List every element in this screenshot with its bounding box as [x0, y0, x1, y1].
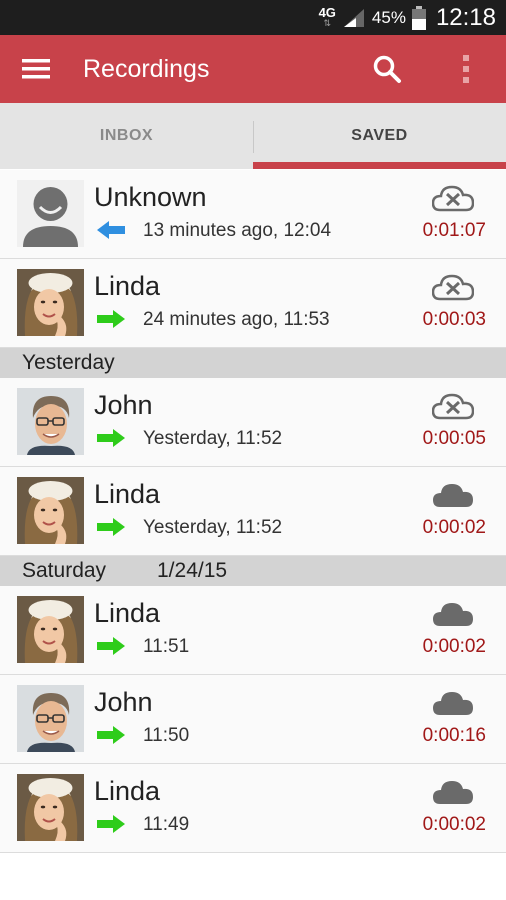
recordings-list: Unknown 13 minutes ago, 12:04 0:01:07 Linda…: [0, 170, 506, 853]
cloud-synced-icon[interactable]: [432, 689, 474, 717]
section-label: Yesterday: [22, 351, 115, 374]
recording-time: Yesterday, 11:52: [143, 428, 283, 449]
recording-duration: 0:00:05: [422, 428, 486, 449]
recording-time: Yesterday, 11:52: [143, 517, 283, 538]
contact-name: Linda: [94, 479, 161, 509]
recording-row[interactable]: Linda 11:49 0:00:02: [0, 764, 506, 853]
outgoing-call-arrow-icon: [97, 310, 125, 328]
outgoing-call-arrow-icon: [97, 726, 125, 744]
recording-time: 11:49: [143, 814, 190, 835]
battery-icon: [411, 5, 426, 30]
clock: 12:18: [435, 3, 496, 31]
tab-inbox[interactable]: INBOX: [0, 103, 253, 169]
recording-duration: 0:00:03: [422, 309, 486, 330]
status-bar: 4G ⇅ 45% 12:18: [0, 0, 506, 35]
cloud-not-synced-icon[interactable]: [432, 184, 474, 212]
more-options-icon[interactable]: [458, 53, 474, 85]
recording-duration: 0:00:02: [422, 636, 486, 657]
recording-time: 13 minutes ago, 12:04: [143, 220, 332, 241]
battery-percent: 45%: [371, 7, 406, 27]
search-icon[interactable]: [372, 54, 402, 84]
cloud-synced-icon[interactable]: [432, 778, 474, 806]
section-header: Yesterday: [0, 348, 506, 378]
cloud-synced-icon[interactable]: [432, 600, 474, 628]
contact-name: Linda: [94, 271, 161, 301]
menu-icon[interactable]: [22, 59, 50, 79]
cloud-synced-icon[interactable]: [432, 481, 474, 509]
contact-avatar: [17, 477, 84, 544]
contact-name: John: [94, 687, 153, 717]
tab-bar: INBOX SAVED: [0, 103, 506, 169]
tab-active-indicator: [253, 162, 506, 169]
section-header: Saturday 1/24/15: [0, 556, 506, 586]
recording-duration: 0:00:02: [422, 517, 486, 538]
default-avatar-icon: [17, 180, 84, 247]
recording-row[interactable]: Linda 11:51 0:00:02: [0, 586, 506, 675]
outgoing-call-arrow-icon: [97, 429, 125, 447]
recording-duration: 0:00:16: [422, 725, 486, 746]
contact-avatar: [17, 269, 84, 336]
outgoing-call-arrow-icon: [97, 518, 125, 536]
recording-row[interactable]: John 11:50 0:00:16: [0, 675, 506, 764]
signal-icon: [343, 8, 364, 27]
recording-row[interactable]: John Yesterday, 11:52 0:00:05: [0, 378, 506, 467]
recording-time: 11:51: [143, 636, 190, 657]
incoming-call-arrow-icon: [97, 221, 125, 239]
app-bar: Recordings: [0, 35, 506, 103]
cloud-not-synced-icon[interactable]: [432, 392, 474, 420]
outgoing-call-arrow-icon: [97, 815, 125, 833]
outgoing-call-arrow-icon: [97, 637, 125, 655]
contact-avatar: [17, 388, 84, 455]
section-date: 1/24/15: [157, 559, 228, 582]
contact-name: Linda: [94, 598, 161, 628]
network-indicator: 4G ⇅: [319, 6, 336, 29]
app-title: Recordings: [83, 55, 210, 83]
contact-name: Linda: [94, 776, 161, 806]
recording-row[interactable]: Linda Yesterday, 11:52 0:00:02: [0, 467, 506, 556]
recording-duration: 0:00:02: [422, 814, 486, 835]
recording-time: 11:50: [143, 725, 190, 746]
contact-name: Unknown: [94, 182, 207, 212]
recording-row[interactable]: Unknown 13 minutes ago, 12:04 0:01:07: [0, 170, 506, 259]
recording-time: 24 minutes ago, 11:53: [143, 309, 330, 330]
tab-saved[interactable]: SAVED: [253, 103, 506, 169]
contact-avatar: [17, 685, 84, 752]
contact-avatar: [17, 774, 84, 841]
cloud-not-synced-icon[interactable]: [432, 273, 474, 301]
recording-row[interactable]: Linda 24 minutes ago, 11:53 0:00:03: [0, 259, 506, 348]
section-label: Saturday: [22, 559, 107, 582]
contact-avatar: [17, 596, 84, 663]
recording-duration: 0:01:07: [422, 220, 486, 241]
contact-name: John: [94, 390, 153, 420]
